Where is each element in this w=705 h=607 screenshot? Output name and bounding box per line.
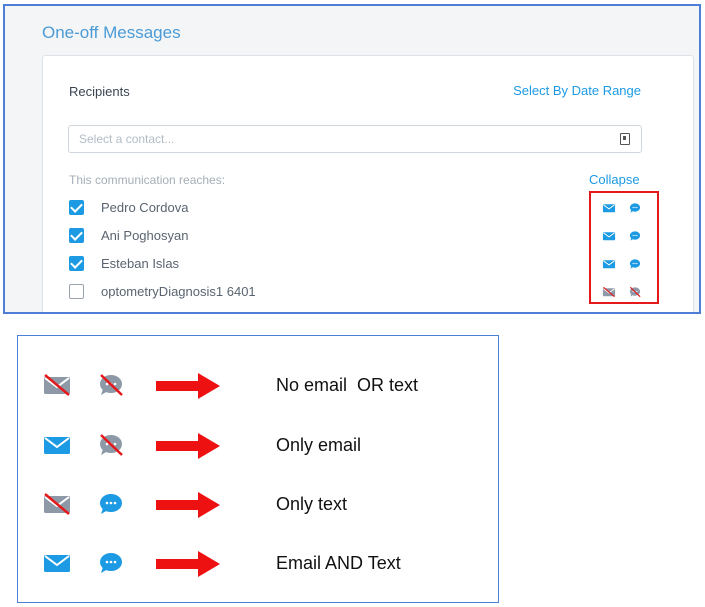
chat-bubble-icon — [628, 201, 642, 213]
contact-search-input[interactable] — [68, 125, 642, 153]
legend-panel: No email OR text Only email Only text Em… — [17, 335, 499, 603]
right-arrow-icon — [156, 551, 220, 577]
recipients-label: Recipients — [69, 84, 130, 99]
chat-bubble-icon — [96, 491, 126, 517]
one-off-messages-panel: One-off Messages Recipients Select By Da… — [3, 4, 701, 314]
email-icon — [602, 257, 616, 269]
recipient-checkbox[interactable] — [69, 256, 84, 271]
legend-row: No email OR text — [18, 365, 498, 405]
legend-label: Only text — [276, 494, 348, 514]
recipient-name: optometryDiagnosis1 6401 — [101, 284, 256, 299]
chat-bubble-disabled-icon — [96, 432, 126, 458]
legend-row: Only text — [18, 484, 498, 524]
chat-bubble-icon — [628, 257, 642, 269]
contact-book-icon[interactable] — [620, 133, 630, 145]
recipient-name: Ani Poghosyan — [101, 228, 189, 243]
email-icon — [602, 201, 616, 213]
recipient-checkbox[interactable] — [69, 228, 84, 243]
email-disabled-icon — [42, 491, 72, 517]
recipient-checkbox[interactable] — [69, 284, 84, 299]
legend-row: Only email — [18, 425, 498, 465]
recipient-row: Ani Poghosyan — [69, 226, 629, 246]
legend-row: Email AND Text — [18, 543, 498, 583]
recipient-row: Esteban Islas — [69, 254, 629, 274]
recipient-checkbox[interactable] — [69, 200, 84, 215]
chat-bubble-disabled-icon — [628, 285, 642, 298]
legend-label: No email OR text — [276, 375, 419, 395]
chat-bubble-icon — [628, 229, 642, 241]
right-arrow-icon — [156, 492, 220, 518]
email-disabled-icon — [602, 285, 616, 298]
chat-bubble-icon — [96, 550, 126, 576]
email-icon — [42, 550, 72, 576]
recipient-row: optometryDiagnosis1 6401 — [69, 282, 629, 302]
recipient-name: Esteban Islas — [101, 256, 180, 271]
select-by-date-range-link[interactable]: Select By Date Range — [513, 83, 641, 98]
email-disabled-icon — [42, 372, 72, 398]
legend-label: Email AND Text — [276, 553, 401, 573]
chat-bubble-disabled-icon — [96, 372, 126, 398]
email-icon — [42, 432, 72, 458]
collapse-link[interactable]: Collapse — [589, 172, 640, 187]
channel-highlight-box — [589, 191, 659, 304]
right-arrow-icon — [156, 373, 220, 399]
right-arrow-icon — [156, 433, 220, 459]
recipient-row: Pedro Cordova — [69, 198, 629, 218]
reaches-label: This communication reaches: — [69, 173, 226, 187]
legend-label: Only email — [276, 435, 362, 455]
email-icon — [602, 229, 616, 241]
panel-title: One-off Messages — [42, 23, 181, 42]
recipient-name: Pedro Cordova — [101, 200, 189, 215]
